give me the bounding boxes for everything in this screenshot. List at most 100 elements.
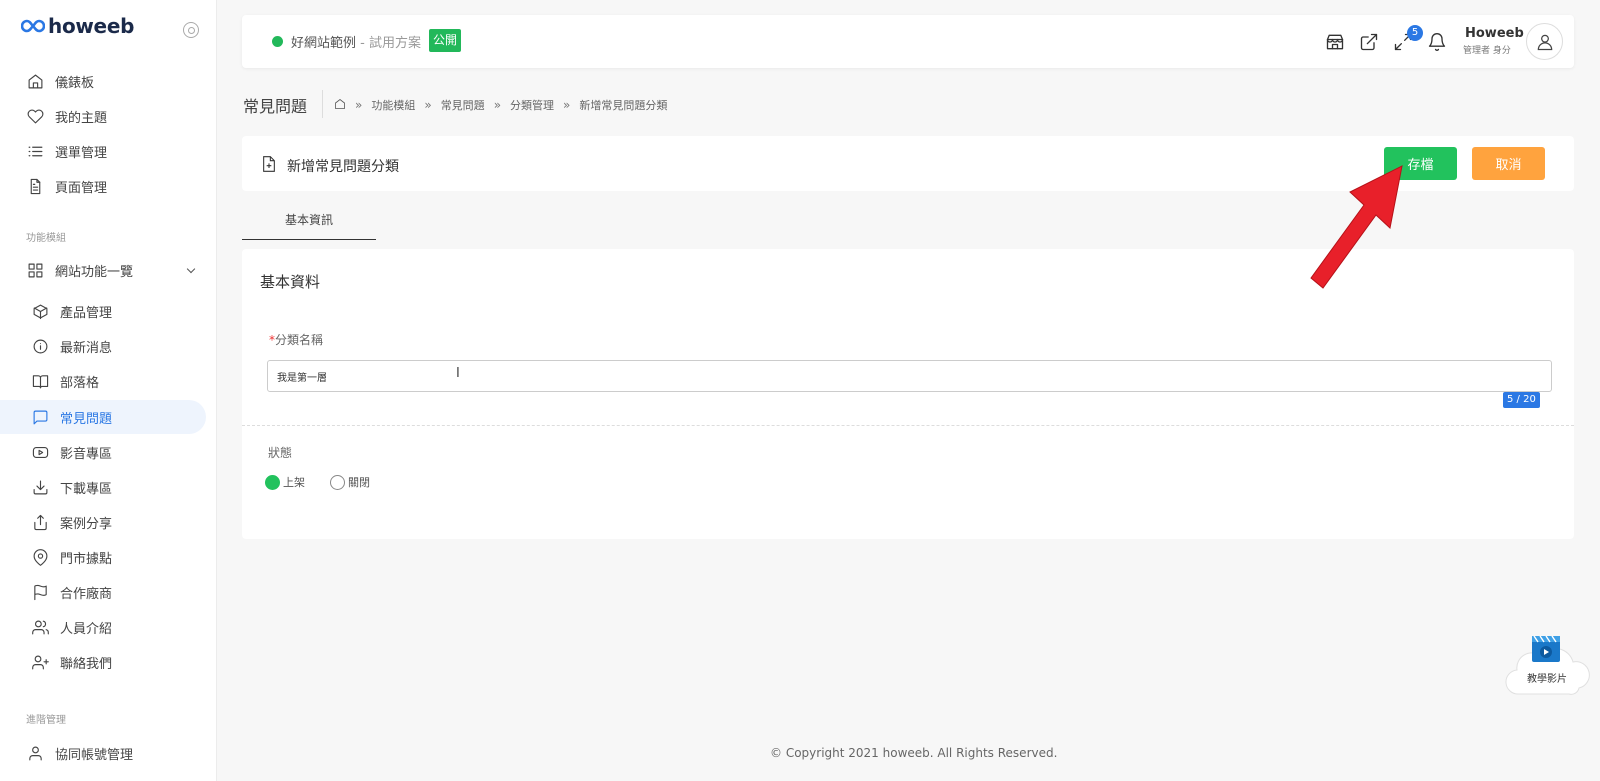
sidebar-item-label: 產品管理 [60, 305, 113, 321]
bell-icon[interactable] [1427, 32, 1447, 52]
sidebar-item-blog[interactable]: 部落格 [26, 364, 99, 398]
sidebar-item-label: 最新消息 [60, 340, 113, 356]
sidebar-item-label: 合作廠商 [60, 586, 113, 602]
form-card: 基本資料 *分類名稱 I 5 / 20 狀態 上架 關閉 [242, 249, 1574, 539]
sidebar-item-themes[interactable]: 我的主題 [26, 99, 107, 133]
sidebar-item-menus[interactable]: 選單管理 [26, 134, 107, 168]
sidebar-item-faq[interactable]: 常見問題 [0, 400, 206, 434]
user-name: Howeeb [1465, 26, 1524, 41]
grid-icon [26, 261, 44, 279]
sidebar-item-staff[interactable]: 人員介紹 [26, 610, 112, 644]
section-divider [242, 425, 1574, 426]
group-label-advanced: 進階管理 [26, 715, 66, 726]
tutorial-video-widget[interactable]: 教學影片 [1505, 632, 1591, 700]
red-arrow-annotation [1310, 165, 1403, 289]
sidebar-item-label: 我的主題 [55, 110, 108, 126]
map-pin-icon [31, 548, 49, 566]
heart-icon [26, 107, 44, 125]
section-title: 基本資料 [260, 273, 321, 291]
chevron-down-icon[interactable] [186, 264, 196, 274]
category-name-label: *分類名稱 [269, 331, 323, 348]
sidebar-item-label: 部落格 [60, 375, 100, 391]
sidebar-item-label: 門市據點 [60, 551, 113, 567]
sidebar-item-label: 影音專區 [60, 446, 113, 462]
breadcrumb-separator: » [355, 98, 363, 112]
store-icon[interactable] [1325, 32, 1345, 52]
sidebar-item-label: 選單管理 [55, 145, 108, 161]
user-icon [26, 744, 44, 762]
page-title: 常見問題 [243, 97, 308, 116]
sidebar-item-contact[interactable]: 聯絡我們 [26, 645, 112, 679]
breadcrumb-item[interactable]: 功能模組 [371, 97, 415, 113]
sidebar-item-label: 頁面管理 [55, 180, 108, 196]
sidebar-item-downloads[interactable]: 下載專區 [26, 470, 112, 504]
infinity-logo-icon [21, 19, 45, 33]
sidebar-item-news[interactable]: 最新消息 [26, 329, 112, 363]
footer-copyright: © Copyright 2021 howeeb. All Rights Rese… [770, 746, 1058, 760]
cancel-button[interactable]: 取消 [1472, 147, 1545, 180]
sidebar-item-label: 儀錶板 [55, 75, 95, 91]
sidebar-item-label: 網站功能一覽 [55, 264, 134, 280]
sidebar-item-label: 聯絡我們 [60, 656, 113, 672]
user-role: 管理者 身分 [1463, 46, 1511, 56]
sidebar-item-co-accounts[interactable]: 協同帳號管理 [26, 736, 133, 770]
text-cursor-icon: I [456, 366, 460, 381]
user-avatar-icon [1537, 34, 1552, 50]
radio-label: 上架 [283, 476, 305, 489]
site-name[interactable]: 好網站範例 - 試用方案 [291, 32, 421, 51]
user-plus-icon [31, 653, 49, 671]
sidebar-item-partners[interactable]: 合作廠商 [26, 575, 112, 609]
sidebar-item-cases[interactable]: 案例分享 [26, 505, 112, 539]
form-title: 新增常見問題分類 [287, 159, 399, 175]
breadcrumb-home-icon[interactable] [334, 98, 346, 113]
status-radio-off[interactable]: 關閉 [330, 474, 370, 490]
site-status-dot [272, 36, 283, 47]
sidebar-item-label: 協同帳號管理 [55, 747, 134, 763]
tutorial-label: 教學影片 [1527, 674, 1567, 685]
char-count-badge: 5 / 20 [1503, 392, 1540, 408]
public-badge: 公開 [429, 29, 462, 52]
radio-label: 關閉 [348, 476, 370, 489]
sidebar-item-media[interactable]: 影音專區 [26, 435, 112, 469]
avatar[interactable] [1526, 23, 1563, 60]
sidebar-item-dashboard[interactable]: 儀錶板 [26, 64, 94, 98]
sidebar-item-products[interactable]: 產品管理 [26, 294, 112, 328]
status-radio-on[interactable]: 上架 [265, 474, 305, 490]
breadcrumb: » 功能模組 » 常見問題 » 分類管理 » 新增常見問題分類 [334, 97, 667, 113]
tab-basic-info[interactable]: 基本資訊 [242, 208, 376, 240]
sidebar-item-stores[interactable]: 門市據點 [26, 540, 112, 574]
message-icon [31, 408, 49, 426]
file-text-icon [26, 177, 44, 195]
flag-icon [31, 583, 49, 601]
sidebar-item-label: 常見問題 [60, 411, 113, 427]
info-icon [31, 337, 49, 355]
file-plus-icon [262, 156, 276, 176]
sidebar-item-label: 人員介紹 [60, 621, 113, 637]
logo-text: howeeb [48, 14, 135, 38]
breadcrumb-item-current: 新增常見問題分類 [579, 99, 668, 112]
logo[interactable]: howeeb [21, 14, 134, 38]
sidebar-collapse-icon[interactable] [183, 22, 199, 38]
home-icon [26, 72, 44, 90]
category-name-label-text: 分類名稱 [275, 333, 324, 347]
external-link-icon[interactable] [1359, 32, 1379, 52]
sidebar-item-pages[interactable]: 頁面管理 [26, 169, 107, 203]
group-label-modules: 功能模組 [26, 233, 66, 244]
breadcrumb-separator: » [563, 98, 571, 112]
book-icon [31, 372, 49, 390]
radio-selected[interactable] [265, 474, 280, 490]
box-icon [31, 302, 49, 320]
site-plan: - 試用方案 [356, 36, 421, 51]
breadcrumb-item[interactable]: 常見問題 [441, 97, 485, 113]
users-icon [31, 618, 49, 636]
sidebar-item-site-functions[interactable]: 網站功能一覽 [26, 253, 133, 287]
sidebar-item-label: 下載專區 [60, 481, 113, 497]
breadcrumb-item[interactable]: 分類管理 [510, 97, 554, 113]
status-label: 狀態 [268, 446, 293, 460]
breadcrumb-separator: » [424, 98, 432, 112]
cloud-icon [1505, 635, 1590, 695]
download-icon [31, 478, 49, 496]
breadcrumb-separator: » [493, 98, 502, 112]
radio-unselected[interactable] [330, 474, 345, 490]
notification-count-badge: 5 [1407, 25, 1423, 41]
